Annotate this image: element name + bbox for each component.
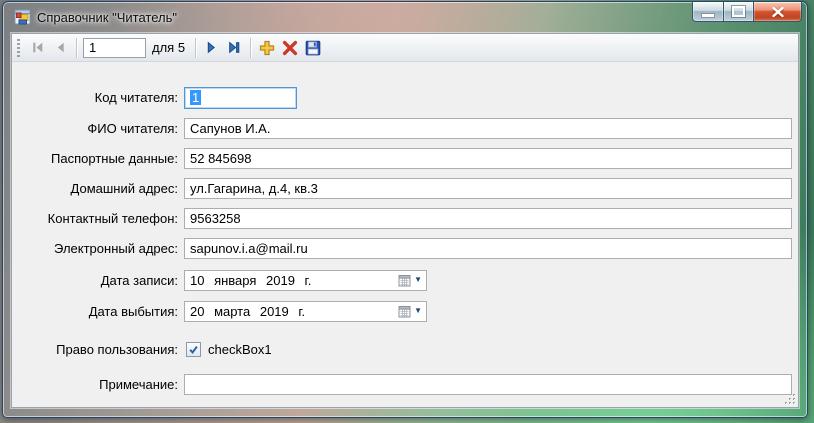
chevron-down-icon: ▼ (414, 306, 422, 315)
checkbox-label: checkBox1 (208, 342, 272, 357)
toolbar-separator (250, 37, 252, 58)
field-label-reader-name: ФИО читателя: (87, 121, 178, 136)
delete-button[interactable] (278, 36, 301, 59)
move-previous-button[interactable] (49, 36, 72, 59)
save-button[interactable] (301, 36, 324, 59)
minimize-button[interactable] (692, 2, 723, 22)
toolbar-grip-handle[interactable] (17, 38, 20, 57)
winforms-app-icon (14, 9, 31, 25)
add-plus-icon (259, 40, 274, 55)
close-icon (771, 6, 784, 17)
field-label-usage-right: Право пользования: (56, 342, 178, 357)
move-last-button[interactable] (223, 36, 246, 59)
move-last-icon (229, 41, 240, 54)
chevron-down-icon: ▼ (414, 275, 422, 284)
resize-grip[interactable] (783, 392, 796, 405)
toolbar-separator (76, 37, 77, 58)
note-input[interactable] (184, 374, 792, 395)
date-picker-button[interactable]: ▼ (398, 273, 422, 287)
email-input[interactable]: sapunov.i.a@mail.ru (184, 238, 792, 259)
reader-name-input[interactable]: Сапунов И.А. (184, 118, 792, 139)
usage-right-checkbox[interactable] (186, 342, 201, 357)
passport-input[interactable]: 52 845698 (184, 148, 792, 169)
leave-date-picker[interactable]: 20 марта 2019 г. ▼ (184, 301, 427, 322)
delete-x-icon (282, 40, 297, 55)
phone-input[interactable]: 9563258 (184, 208, 792, 229)
reader-code-input[interactable]: 1 (184, 87, 297, 109)
move-next-button[interactable] (200, 36, 223, 59)
window-controls (692, 2, 802, 22)
client-area: для 5 (11, 33, 799, 408)
window-title: Справочник "Читатель" (37, 10, 177, 25)
position-input[interactable] (83, 37, 146, 58)
checkmark-icon (189, 345, 198, 354)
add-new-button[interactable] (255, 36, 278, 59)
move-next-icon (207, 41, 216, 54)
record-count-label: для 5 (152, 40, 186, 55)
move-previous-icon (57, 42, 64, 53)
calendar-icon (398, 274, 411, 286)
field-label-phone: Контактный телефон: (47, 211, 178, 226)
close-button[interactable] (754, 2, 802, 22)
field-label-passport: Паспортные данные: (51, 151, 178, 166)
binding-navigator-toolbar: для 5 (12, 34, 798, 62)
field-label-leave-date: Дата выбытия: (88, 304, 178, 319)
maximize-button[interactable] (723, 2, 754, 22)
maximize-icon (731, 5, 746, 18)
titlebar: Справочник "Читатель" (3, 2, 807, 33)
calendar-icon (398, 305, 411, 317)
field-label-record-date: Дата записи: (100, 273, 178, 288)
minimize-icon (701, 12, 715, 18)
home-address-input[interactable]: ул.Гагарина, д.4, кв.3 (184, 178, 792, 199)
desktop-background: Справочник "Читатель" 1 для 5 Код читате… (0, 0, 814, 423)
app-window: Справочник "Читатель" 1 для 5 Код читате… (2, 1, 808, 418)
date-picker-button[interactable]: ▼ (398, 304, 422, 318)
save-floppy-icon (305, 40, 320, 55)
field-label-note: Примечание: (99, 377, 178, 392)
record-date-picker[interactable]: 10 января 2019 г. ▼ (184, 270, 427, 291)
move-first-icon (33, 42, 43, 53)
field-label-home-address: Домашний адрес: (70, 181, 178, 196)
selected-text: 1 (190, 90, 202, 105)
move-first-button[interactable] (26, 36, 49, 59)
field-label-reader-code: Код читателя: (94, 90, 178, 105)
toolbar-separator (195, 37, 197, 58)
field-label-email: Электронный адрес: (54, 241, 178, 256)
